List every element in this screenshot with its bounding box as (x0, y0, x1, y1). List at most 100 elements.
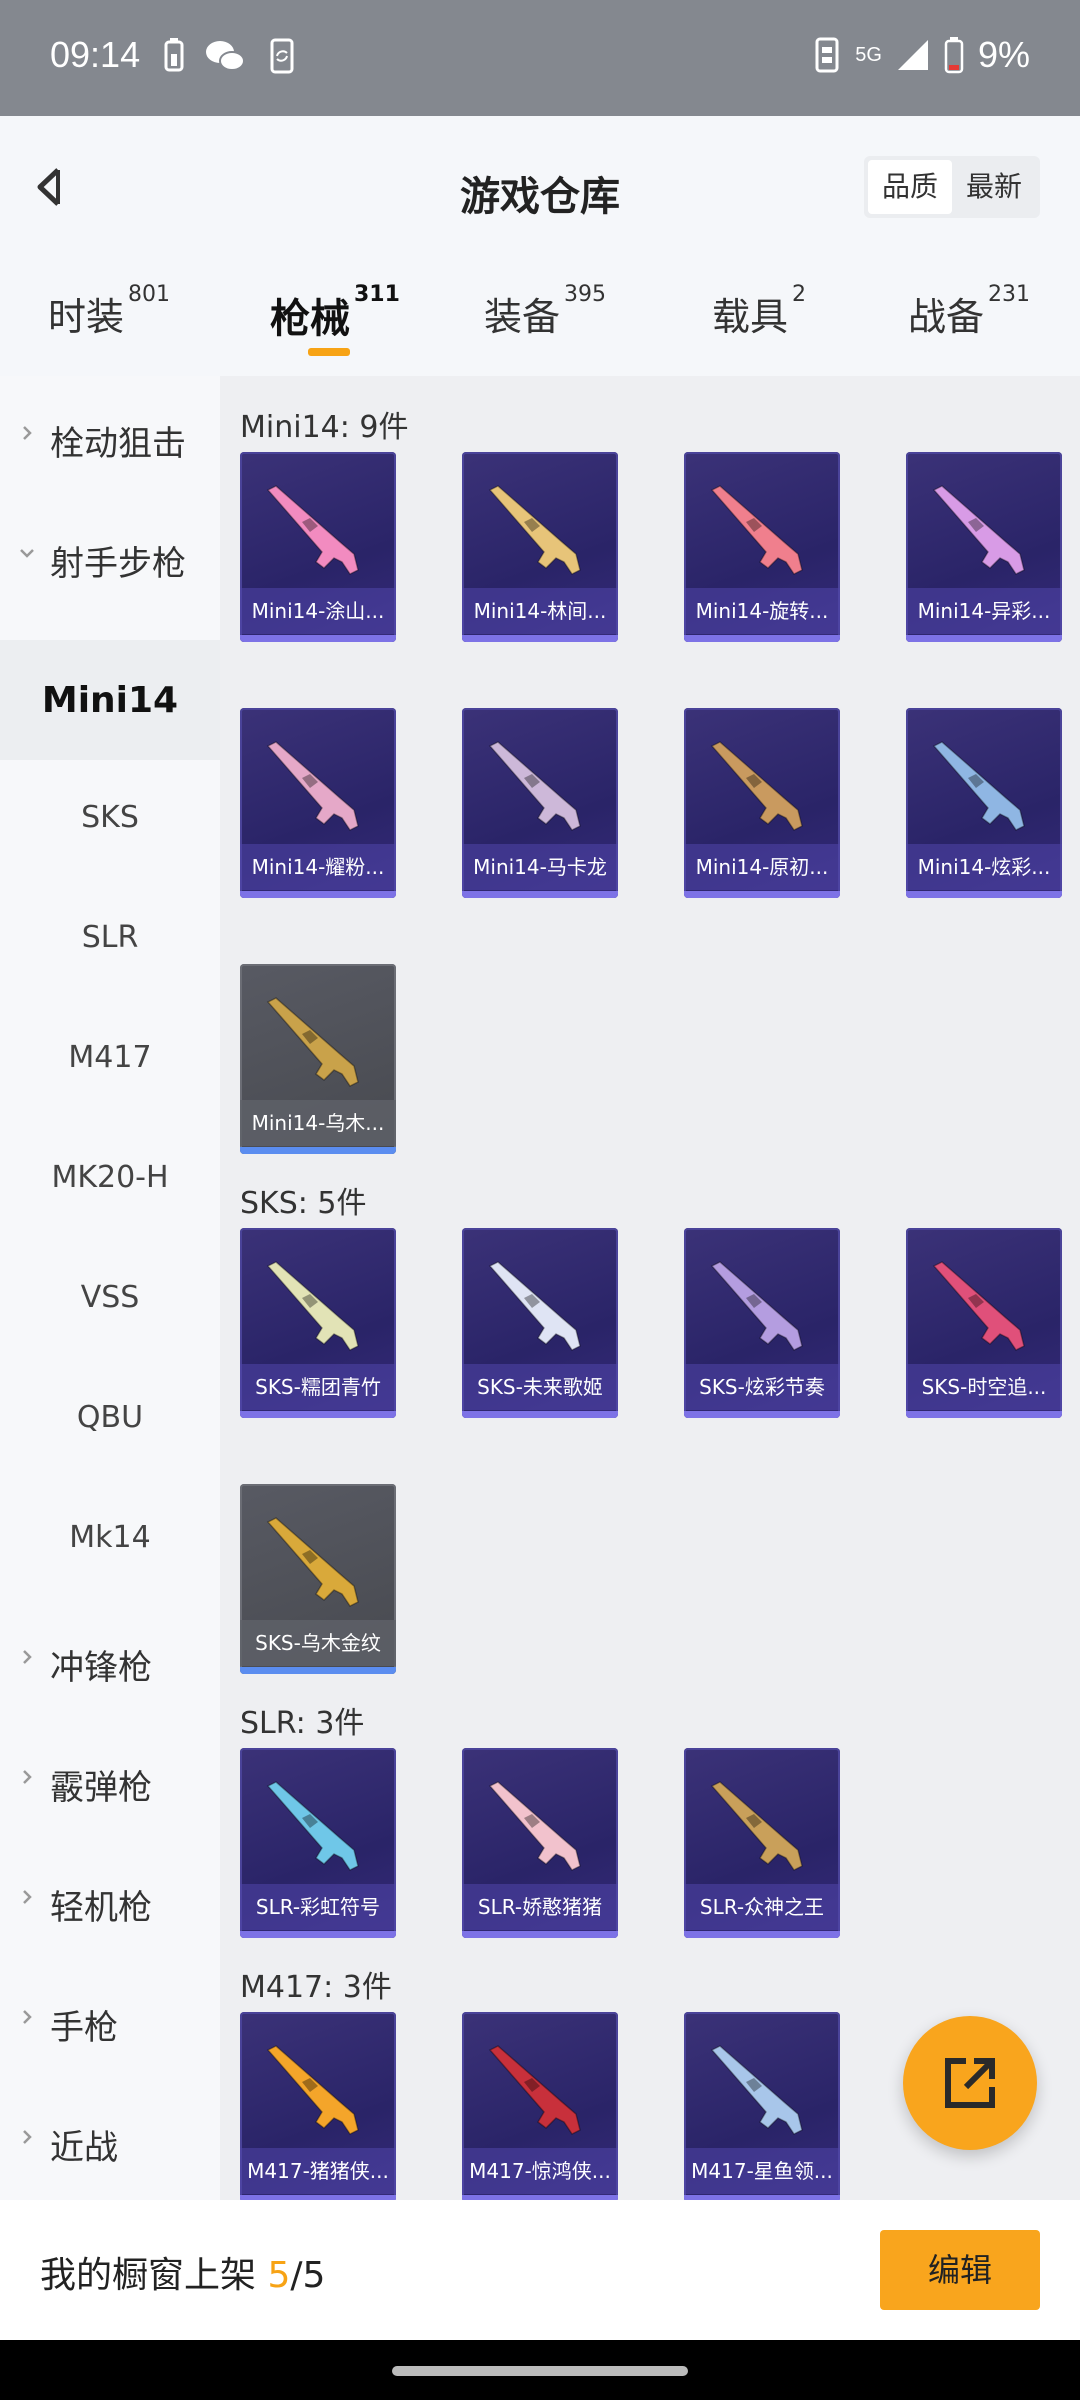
weapon-card[interactable]: SLR-彩虹符号 (240, 1748, 396, 1938)
showcase-total: 5 (302, 2255, 326, 2296)
sidebar-item-label: 栓动狙击 (50, 424, 186, 464)
sidebar-item-bolt-sniper[interactable]: 栓动狙击 (0, 376, 220, 496)
rifle-icon (710, 485, 803, 575)
rarity-bar (240, 635, 396, 642)
sidebar-item-smg[interactable]: 冲锋枪 (0, 1600, 220, 1720)
weapon-card[interactable]: Mini14-原初... (684, 708, 840, 898)
header: 游戏仓库 品质 最新 (0, 116, 1080, 256)
sidebar-item-qbu[interactable]: QBU (0, 1360, 220, 1480)
tab-fashion[interactable]: 时装801 (48, 282, 170, 341)
share-button[interactable] (903, 2016, 1037, 2150)
system-nav-area (0, 2340, 1080, 2400)
rarity-bar (240, 1931, 396, 1938)
weapon-card[interactable]: Mini14-涂山... (240, 452, 396, 642)
weapon-card[interactable]: SLR-娇憨猪猪 (462, 1748, 618, 1938)
weapon-type-sidebar: 栓动狙击 射手步枪 Mini14 SKS SLR M417 MK20-H VSS… (0, 376, 220, 2200)
edit-button[interactable]: 编辑 (880, 2230, 1040, 2310)
rifle-icon (932, 741, 1025, 831)
weapon-card[interactable]: M417-猪猪侠... (240, 2012, 396, 2200)
status-bar: 09:14 5G 9% (0, 0, 1080, 116)
wechat-icon (206, 41, 245, 71)
weapon-name: Mini14-原初... (684, 844, 840, 890)
rarity-bar (462, 635, 618, 642)
rifle-icon (710, 1261, 803, 1351)
weapon-card[interactable]: SKS-未来歌姬 (462, 1228, 618, 1418)
tab-label: 时装 (48, 295, 125, 339)
weapon-card[interactable]: Mini14-耀粉... (240, 708, 396, 898)
rifle-icon (710, 1781, 803, 1871)
weapon-name: SLR-众神之王 (684, 1884, 840, 1930)
weapon-card[interactable]: SKS-乌木金纹 (240, 1484, 396, 1674)
tab-label: 战备 (908, 295, 985, 339)
sidebar-item-lmg[interactable]: 轻机枪 (0, 1840, 220, 1960)
weapon-card[interactable]: SLR-众神之王 (684, 1748, 840, 1938)
sort-by-latest[interactable]: 最新 (952, 160, 1036, 214)
weapon-name: SKS-乌木金纹 (240, 1620, 396, 1666)
weapon-card[interactable]: Mini14-炫彩... (906, 708, 1062, 898)
sidebar-item-label: QBU (76, 1400, 144, 1435)
rifle-icon (488, 2045, 581, 2135)
sort-by-quality[interactable]: 品质 (868, 160, 952, 214)
weapon-name: Mini14-耀粉... (240, 844, 396, 890)
rarity-bar (906, 891, 1062, 898)
status-right: 5G 9% (813, 34, 1030, 76)
sidebar-item-pistol[interactable]: 手枪 (0, 1960, 220, 2080)
weapon-card[interactable]: Mini14-马卡龙 (462, 708, 618, 898)
tab-equipment[interactable]: 装备395 (484, 282, 606, 341)
weapon-name: Mini14-旋转... (684, 588, 840, 634)
share-icon (945, 2058, 995, 2108)
rifle-icon (488, 485, 581, 575)
weapon-card[interactable]: Mini14-林间... (462, 452, 618, 642)
weapon-grid: Mini14: 9件 Mini14-涂山... Mini14-林间... Mini14… (220, 376, 1080, 2200)
sidebar-item-m417[interactable]: M417 (0, 1000, 220, 1120)
weapon-name: Mini14-林间... (462, 588, 618, 634)
showcase-status: 我的橱窗上架 5/5 (40, 2246, 325, 2298)
weapon-card[interactable]: SKS-炫彩节奏 (684, 1228, 840, 1418)
sidebar-item-label: Mini14 (41, 680, 179, 721)
tab-count: 231 (988, 282, 1031, 307)
tab-firearms[interactable]: 枪械311 (270, 282, 400, 344)
sidebar-item-label: Mk14 (69, 1520, 151, 1555)
sidebar-item-shotgun[interactable]: 霰弹枪 (0, 1720, 220, 1840)
rarity-bar (240, 891, 396, 898)
section-title: Mini14: 9件 (240, 410, 409, 445)
sidebar-item-sks[interactable]: SKS (0, 760, 220, 880)
sidebar-item-label: 轻机枪 (50, 1888, 152, 1928)
rarity-bar (462, 891, 618, 898)
sidebar-item-label: MK20-H (51, 1160, 169, 1195)
sidebar-item-vss[interactable]: VSS (0, 1240, 220, 1360)
rarity-bar (240, 1667, 396, 1674)
chevron-right-icon (23, 1650, 32, 1664)
weapon-card[interactable]: Mini14-乌木... (240, 964, 396, 1154)
sidebar-item-mk20h[interactable]: MK20-H (0, 1120, 220, 1240)
tab-count: 801 (128, 282, 171, 307)
sidebar-item-mk14[interactable]: Mk14 (0, 1480, 220, 1600)
weapon-card[interactable]: Mini14-异彩... (906, 452, 1062, 642)
weapon-card[interactable]: SKS-时空追... (906, 1228, 1062, 1418)
sidebar-item-slr[interactable]: SLR (0, 880, 220, 1000)
weapon-name: SLR-彩虹符号 (240, 1884, 396, 1930)
battery-percent: 9% (977, 34, 1030, 75)
weapon-card[interactable]: Mini14-旋转... (684, 452, 840, 642)
rifle-icon (710, 741, 803, 831)
rifle-icon (266, 997, 359, 1087)
tab-vehicles[interactable]: 载具2 (712, 282, 806, 341)
sidebar-item-mini14[interactable]: Mini14 (0, 640, 220, 760)
tab-supplies[interactable]: 战备231 (908, 282, 1030, 341)
weapon-card[interactable]: M417-惊鸿侠... (462, 2012, 618, 2200)
sidebar-item-melee[interactable]: 近战 (0, 2080, 220, 2200)
weapon-name: M417-猪猪侠... (240, 2148, 396, 2194)
battery-icon (944, 37, 964, 74)
tab-label: 装备 (484, 295, 561, 339)
weapon-name: M417-惊鸿侠... (462, 2148, 618, 2194)
sidebar-item-marksman-rifle[interactable]: 射手步枪 (0, 496, 220, 616)
weapon-name: SLR-娇憨猪猪 (462, 1884, 618, 1930)
sort-toggle: 品质 最新 (864, 156, 1040, 218)
weapon-name: Mini14-乌木... (240, 1100, 396, 1146)
showcase-current: 5 (267, 2255, 291, 2296)
showcase-label: 我的橱窗上架 (40, 2255, 268, 2296)
home-indicator[interactable] (392, 2366, 688, 2376)
rifle-icon (488, 1261, 581, 1351)
weapon-card[interactable]: SKS-糯团青竹 (240, 1228, 396, 1418)
weapon-card[interactable]: M417-星鱼领... (684, 2012, 840, 2200)
